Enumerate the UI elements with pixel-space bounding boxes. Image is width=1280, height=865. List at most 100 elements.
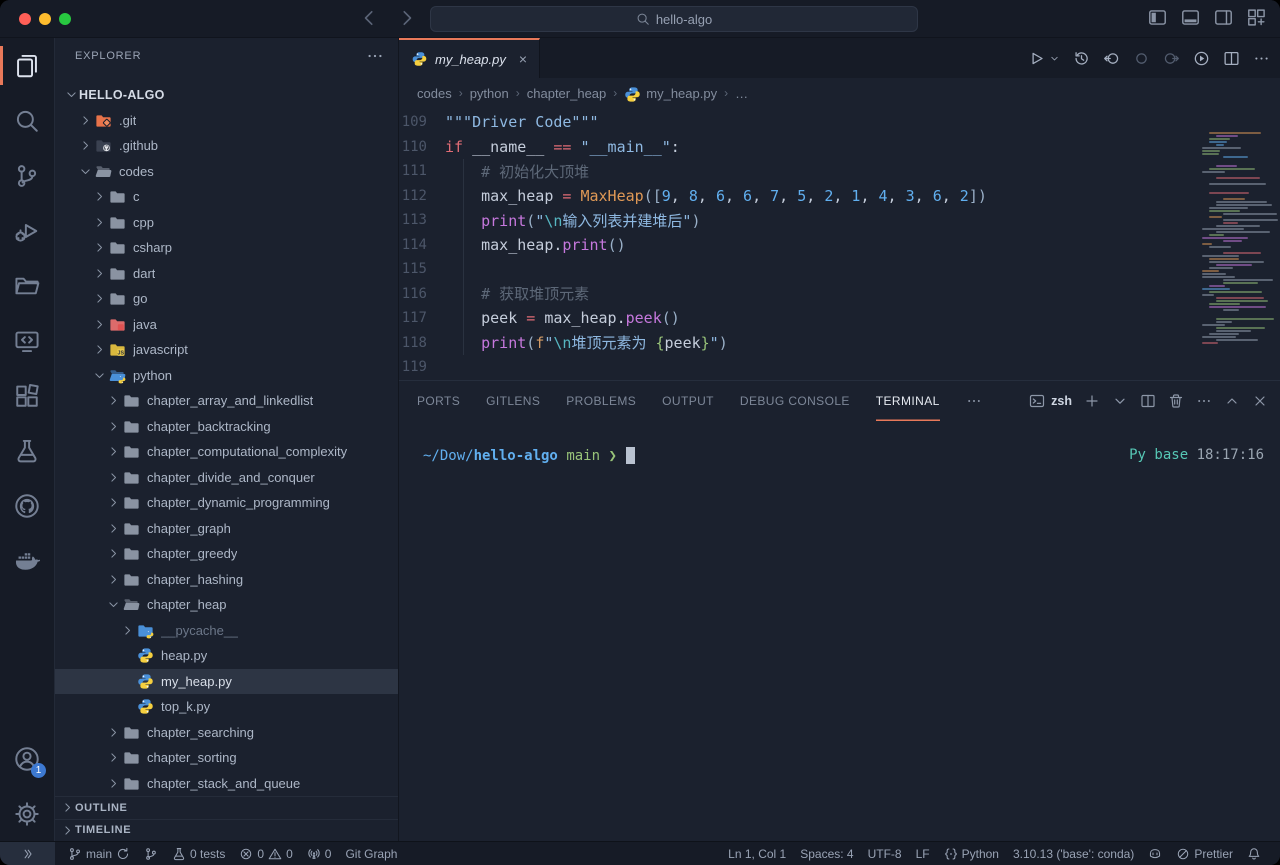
sidebar-section-outline[interactable]: OUTLINE xyxy=(55,796,398,819)
tree-item-cpp[interactable]: cpp xyxy=(55,210,398,236)
code-editor[interactable]: 109 """Driver Code""" 110 if __name__ ==… xyxy=(399,108,1280,380)
tree-item-my_heap.py[interactable]: my_heap.py xyxy=(55,669,398,695)
panel-tab-ports[interactable]: PORTS xyxy=(417,381,460,421)
terminal[interactable]: ~/Dow/hello-algo main ❯ Py base 18:17:16 xyxy=(399,421,1280,841)
run-python-file-icon[interactable] xyxy=(1028,50,1045,67)
status-eol[interactable]: LF xyxy=(909,842,937,865)
maximize-panel-icon[interactable] xyxy=(1224,393,1240,409)
tree-item-chapter_graph[interactable]: chapter_graph xyxy=(55,516,398,542)
split-terminal-icon[interactable] xyxy=(1140,393,1156,409)
breadcrumb-item[interactable]: codes xyxy=(417,86,452,101)
activity-bar-search[interactable] xyxy=(0,93,54,148)
tree-item-python[interactable]: python xyxy=(55,363,398,389)
code-line-119[interactable]: 119 xyxy=(399,355,1280,380)
status-notifications[interactable] xyxy=(1240,842,1268,865)
tree-item-.github[interactable]: .github xyxy=(55,133,398,159)
status-problems[interactable]: 00 xyxy=(232,842,299,865)
tree-item-dart[interactable]: dart xyxy=(55,261,398,287)
command-center-search[interactable]: hello-algo xyxy=(430,6,918,32)
go-back-icon[interactable] xyxy=(1103,50,1120,67)
tree-item-chapter_dynamic_programming[interactable]: chapter_dynamic_programming xyxy=(55,490,398,516)
close-tab-icon[interactable]: × xyxy=(519,51,527,67)
tree-item-c[interactable]: c xyxy=(55,184,398,210)
status-cursor-position[interactable]: Ln 1, Col 1 xyxy=(721,842,793,865)
code-line-109[interactable]: 109 """Driver Code""" xyxy=(399,110,1280,135)
split-editor-icon[interactable] xyxy=(1223,50,1240,67)
activity-bar-extensions[interactable] xyxy=(0,368,54,423)
toggle-panel-icon[interactable] xyxy=(1181,8,1200,27)
tree-item-chapter_backtracking[interactable]: chapter_backtracking xyxy=(55,414,398,440)
kill-terminal-icon[interactable] xyxy=(1168,393,1184,409)
status-git-graph-branch[interactable] xyxy=(137,842,165,865)
go-forward-icon[interactable] xyxy=(1163,50,1180,67)
tree-item-chapter_divide_and_conquer[interactable]: chapter_divide_and_conquer xyxy=(55,465,398,491)
status-language-mode[interactable]: Python xyxy=(937,842,1006,865)
activity-bar-remote-explorer[interactable] xyxy=(0,313,54,368)
customize-layout-icon[interactable] xyxy=(1247,8,1266,27)
toggle-primary-sidebar-icon[interactable] xyxy=(1148,8,1167,27)
code-line-112[interactable]: 112 max_heap = MaxHeap([9, 8, 6, 6, 7, 5… xyxy=(399,184,1280,209)
status-tests[interactable]: 0 tests xyxy=(165,842,232,865)
tree-item-chapter_array_and_linkedlist[interactable]: chapter_array_and_linkedlist xyxy=(55,388,398,414)
code-line-118[interactable]: 118 print(f"\n堆顶元素为 {peek}") xyxy=(399,331,1280,356)
tree-item-chapter_heap[interactable]: chapter_heap xyxy=(55,592,398,618)
zoom-window-button[interactable] xyxy=(59,13,71,25)
tree-item-csharp[interactable]: csharp xyxy=(55,235,398,261)
status-encoding[interactable]: UTF-8 xyxy=(861,842,909,865)
terminal-shell-selector[interactable]: zsh xyxy=(1029,393,1072,409)
terminal-dropdown-icon[interactable] xyxy=(1112,393,1128,409)
code-line-117[interactable]: 117 peek = max_heap.peek() xyxy=(399,306,1280,331)
activity-bar-github[interactable] xyxy=(0,478,54,533)
activity-bar-source-control[interactable] xyxy=(0,148,54,203)
status-ports[interactable]: 0 xyxy=(300,842,339,865)
tree-item-go[interactable]: go xyxy=(55,286,398,312)
nav-back-icon[interactable] xyxy=(358,7,380,29)
tree-item-javascript[interactable]: JS javascript xyxy=(55,337,398,363)
activity-bar-run-and-debug[interactable] xyxy=(0,203,54,258)
close-panel-icon[interactable] xyxy=(1252,393,1268,409)
tree-item-chapter_hashing[interactable]: chapter_hashing xyxy=(55,567,398,593)
minimize-window-button[interactable] xyxy=(39,13,51,25)
activity-bar-settings[interactable] xyxy=(0,786,54,841)
status-remote-indicator[interactable] xyxy=(0,842,55,865)
status-indentation[interactable]: Spaces: 4 xyxy=(793,842,860,865)
restart-kernel-icon[interactable] xyxy=(1073,50,1090,67)
status-python-interpreter[interactable]: 3.10.13 ('base': conda) xyxy=(1006,842,1141,865)
activity-bar-file-manager[interactable] xyxy=(0,258,54,313)
nav-forward-icon[interactable] xyxy=(396,7,418,29)
toggle-secondary-sidebar-icon[interactable] xyxy=(1214,8,1233,27)
status-prettier[interactable]: Prettier xyxy=(1169,842,1240,865)
tree-item-chapter_computational_complexity[interactable]: chapter_computational_complexity xyxy=(55,439,398,465)
tree-item-top_k.py[interactable]: top_k.py xyxy=(55,694,398,720)
more-actions-icon[interactable] xyxy=(1253,50,1270,67)
tree-item-java[interactable]: java xyxy=(55,312,398,338)
tab-my-heap-py[interactable]: my_heap.py × xyxy=(399,38,540,78)
code-line-111[interactable]: 111 # 初始化大顶堆 xyxy=(399,159,1280,184)
panel-tab-terminal[interactable]: TERMINAL xyxy=(876,381,940,421)
status-copilot[interactable] xyxy=(1141,842,1169,865)
tree-item-codes[interactable]: codes xyxy=(55,159,398,185)
code-line-115[interactable]: 115 xyxy=(399,257,1280,282)
tree-item-chapter_searching[interactable]: chapter_searching xyxy=(55,720,398,746)
breadcrumb-item[interactable]: chapter_heap xyxy=(527,86,607,101)
tree-item-HELLO-ALGO[interactable]: HELLO-ALGO xyxy=(55,82,398,108)
tree-item-chapter_sorting[interactable]: chapter_sorting xyxy=(55,745,398,771)
activity-bar-testing[interactable] xyxy=(0,423,54,478)
breadcrumb-item[interactable]: … xyxy=(735,86,748,101)
code-line-113[interactable]: 113 print("\n输入列表并建堆后") xyxy=(399,208,1280,233)
tree-item-chapter_greedy[interactable]: chapter_greedy xyxy=(55,541,398,567)
status-git-graph[interactable]: Git Graph xyxy=(338,842,404,865)
new-terminal-icon[interactable] xyxy=(1084,393,1100,409)
code-line-116[interactable]: 116 # 获取堆顶元素 xyxy=(399,282,1280,307)
close-window-button[interactable] xyxy=(19,13,31,25)
panel-tabs-more-icon[interactable] xyxy=(966,393,982,409)
tree-item-chapter_stack_and_queue[interactable]: chapter_stack_and_queue xyxy=(55,771,398,797)
panel-more-icon[interactable] xyxy=(1196,393,1212,409)
breadcrumb-item[interactable]: python xyxy=(470,86,509,101)
panel-tab-debug-console[interactable]: DEBUG CONSOLE xyxy=(740,381,850,421)
tree-item-.git[interactable]: .git xyxy=(55,108,398,134)
code-line-110[interactable]: 110 if __name__ == "__main__": xyxy=(399,135,1280,160)
tree-item-__pycache__[interactable]: __pycache__ xyxy=(55,618,398,644)
run-dropdown-icon[interactable] xyxy=(1049,53,1060,64)
panel-tab-output[interactable]: OUTPUT xyxy=(662,381,714,421)
